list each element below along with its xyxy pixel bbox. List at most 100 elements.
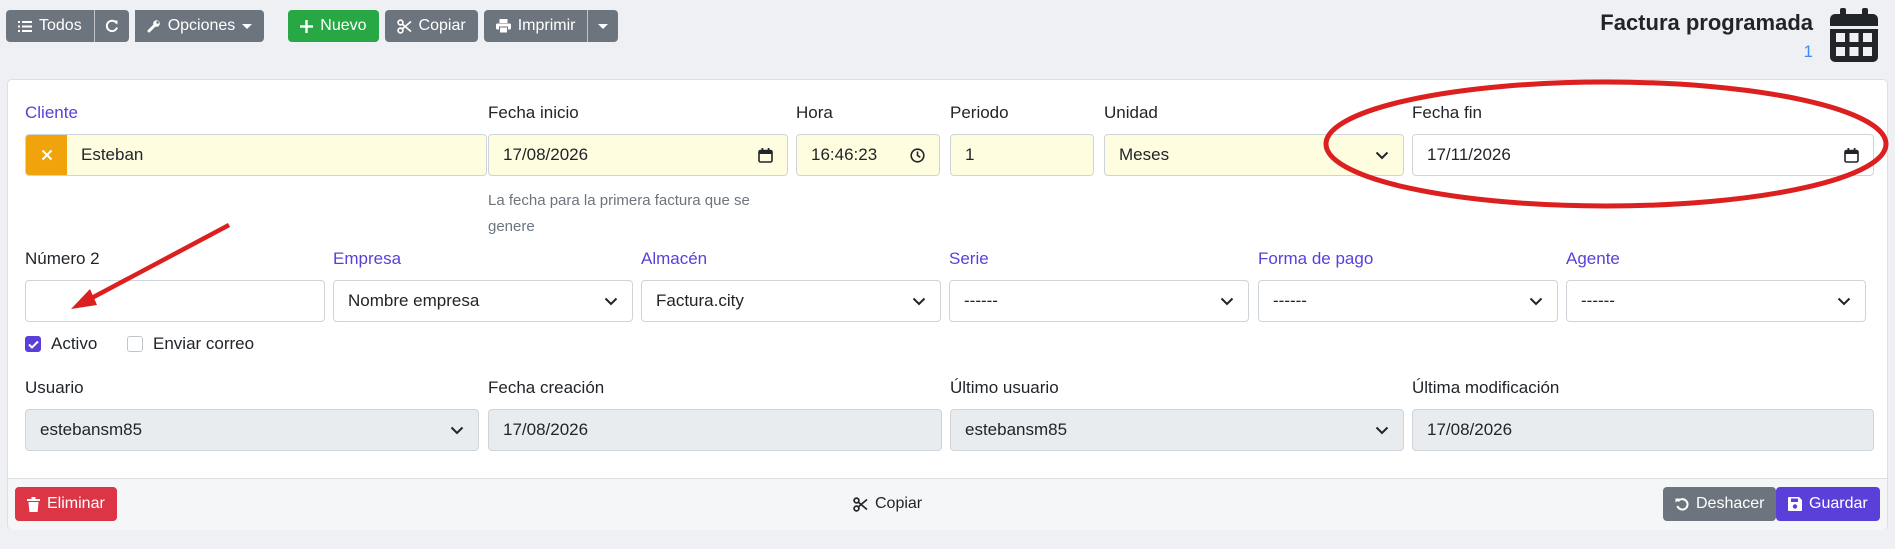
ultima-modificacion-input: 17/08/2026 <box>1412 409 1874 451</box>
forma-pago-field: Forma de pago ------ <box>1258 248 1558 328</box>
fecha-fin-input[interactable]: 17/11/2026 <box>1412 134 1874 176</box>
forma-pago-select[interactable]: ------ <box>1258 280 1558 322</box>
list-icon <box>18 20 32 32</box>
unidad-field: Unidad Meses <box>1104 102 1404 182</box>
fecha-creacion-label: Fecha creación <box>488 378 605 397</box>
hora-label: Hora <box>796 103 833 122</box>
check-icon <box>27 340 39 349</box>
fecha-inicio-field: Fecha inicio 17/08/2026 La fecha para la… <box>488 102 788 242</box>
cliente-label[interactable]: Cliente <box>25 102 487 124</box>
refresh-icon <box>105 19 118 33</box>
forma-pago-value: ------ <box>1273 291 1307 310</box>
calendar-icon[interactable] <box>758 147 773 163</box>
trash-icon <box>27 496 40 512</box>
plus-icon <box>300 19 314 33</box>
serie-value: ------ <box>964 291 998 310</box>
wrench-icon <box>147 20 160 33</box>
unidad-value: Meses <box>1119 145 1170 164</box>
calendar-icon <box>1830 8 1878 67</box>
serie-field: Serie ------ <box>949 248 1249 328</box>
enviar-correo-checkbox[interactable]: Enviar correo <box>127 334 254 354</box>
empresa-select[interactable]: Nombre empresa <box>333 280 633 322</box>
enviar-correo-label: Enviar correo <box>153 334 255 353</box>
fecha-creacion-input: 17/08/2026 <box>488 409 942 451</box>
cliente-field: Cliente Esteban <box>25 102 487 182</box>
guardar-label: Guardar <box>1809 495 1868 512</box>
periodo-label: Periodo <box>950 103 1009 122</box>
activo-box[interactable] <box>25 336 41 352</box>
chevron-down-icon <box>1220 297 1234 305</box>
imprimir-button[interactable]: Imprimir <box>483 10 588 42</box>
opciones-group: Opciones <box>134 10 265 42</box>
fecha-inicio-input[interactable]: 17/08/2026 <box>488 134 788 176</box>
ultimo-usuario-select[interactable]: estebansm85 <box>950 409 1404 451</box>
fecha-inicio-value: 17/08/2026 <box>503 145 589 164</box>
imprimir-dropdown-button[interactable] <box>588 10 619 42</box>
undo-icon <box>1675 498 1689 511</box>
fecha-creacion-value: 17/08/2026 <box>503 420 589 439</box>
page-title: Factura programada <box>1600 10 1813 35</box>
usuario-label: Usuario <box>25 378 84 397</box>
header: Factura programada 1 <box>1600 10 1813 62</box>
numero2-input[interactable] <box>25 280 325 322</box>
imprimir-group: Imprimir <box>483 10 619 42</box>
footer-copiar-button[interactable]: Copiar <box>853 495 922 513</box>
deshacer-button[interactable]: Deshacer <box>1663 487 1777 521</box>
refresh-button[interactable] <box>94 10 129 42</box>
cliente-input[interactable]: Esteban <box>25 134 487 176</box>
todos-label: Todos <box>39 17 82 34</box>
clear-client-button[interactable] <box>26 135 67 175</box>
record-count: 1 <box>1803 42 1813 61</box>
serie-select[interactable]: ------ <box>949 280 1249 322</box>
eliminar-button[interactable]: Eliminar <box>15 487 117 521</box>
close-icon <box>41 149 52 161</box>
calendar-icon[interactable] <box>1844 147 1859 163</box>
chevron-down-icon <box>1529 297 1543 305</box>
chevron-down-icon <box>450 426 464 434</box>
almacen-select[interactable]: Factura.city <box>641 280 941 322</box>
card-footer: Eliminar Copiar Deshacer Guardar <box>8 478 1887 530</box>
toolbar: Todos Opciones Nuevo Copiar Imprimir <box>6 10 619 42</box>
ultima-modificacion-field: Última modificación 17/08/2026 <box>1412 377 1874 457</box>
unidad-select[interactable]: Meses <box>1104 134 1404 176</box>
usuario-select[interactable]: estebansm85 <box>25 409 479 451</box>
forma-pago-label[interactable]: Forma de pago <box>1258 248 1558 270</box>
clock-icon[interactable] <box>910 147 925 163</box>
chevron-down-icon <box>242 23 253 29</box>
nuevo-label: Nuevo <box>320 17 367 34</box>
almacen-label[interactable]: Almacén <box>641 248 941 270</box>
agente-field: Agente ------ <box>1566 248 1866 328</box>
serie-label[interactable]: Serie <box>949 248 1249 270</box>
ultima-modificacion-value: 17/08/2026 <box>1427 420 1513 439</box>
empresa-value: Nombre empresa <box>348 291 480 310</box>
chevron-down-icon <box>1375 151 1389 159</box>
scissors-icon <box>853 496 868 512</box>
empresa-field: Empresa Nombre empresa <box>333 248 633 328</box>
fecha-inicio-label: Fecha inicio <box>488 103 579 122</box>
todos-group: Todos <box>6 10 129 42</box>
usuario-field: Usuario estebansm85 <box>25 377 479 457</box>
hora-input[interactable]: 16:46:23 <box>796 134 940 176</box>
chevron-down-icon <box>1375 426 1389 434</box>
copiar-button[interactable]: Copiar <box>384 10 478 42</box>
activo-checkbox[interactable]: Activo <box>25 334 97 354</box>
enviar-correo-box[interactable] <box>127 336 143 352</box>
opciones-button[interactable]: Opciones <box>134 10 265 42</box>
agente-select[interactable]: ------ <box>1566 280 1866 322</box>
usuario-value: estebansm85 <box>40 420 143 439</box>
empresa-label[interactable]: Empresa <box>333 248 633 270</box>
printer-icon <box>495 19 511 33</box>
chevron-down-icon <box>912 297 926 305</box>
nuevo-button[interactable]: Nuevo <box>288 10 379 42</box>
ultimo-usuario-label: Último usuario <box>950 378 1059 397</box>
chevron-down-icon <box>1837 297 1851 305</box>
guardar-button[interactable]: Guardar <box>1776 487 1880 521</box>
todos-button[interactable]: Todos <box>6 10 94 42</box>
almacen-field: Almacén Factura.city <box>641 248 941 328</box>
unidad-label: Unidad <box>1104 103 1158 122</box>
footer-copiar-label: Copiar <box>875 495 923 512</box>
agente-label[interactable]: Agente <box>1566 248 1866 270</box>
activo-label: Activo <box>51 334 98 353</box>
periodo-input[interactable]: 1 <box>950 134 1094 176</box>
copiar-label: Copiar <box>418 17 466 34</box>
